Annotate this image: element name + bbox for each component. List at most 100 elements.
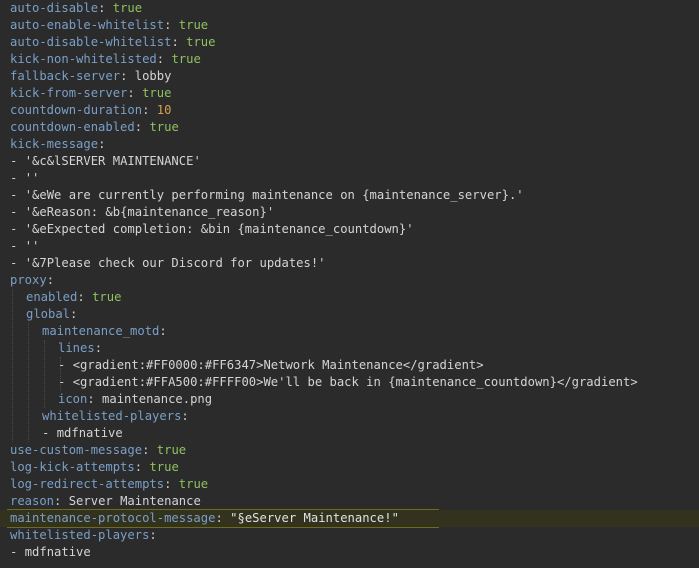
code-token: - xyxy=(10,222,25,236)
code-token: kick-message xyxy=(10,137,99,151)
code-token: - xyxy=(10,171,25,185)
code-line: kick-non-whitelisted: true xyxy=(0,51,699,68)
code-token: true xyxy=(156,443,187,457)
code-token: kick-from-server xyxy=(10,86,128,100)
code-token: <gradient:#FFA500:#FFFF00>We'll be back … xyxy=(72,375,638,389)
code-line: - '&7Please check our Discord for update… xyxy=(0,255,699,272)
code-token: true xyxy=(171,52,201,66)
code-token: - xyxy=(10,239,25,253)
code-line: - '&eReason: &b{maintenance_reason}' xyxy=(0,204,699,221)
code-line: maintenance-protocol-message: "§eServer … xyxy=(0,510,699,527)
code-token: - xyxy=(10,545,25,559)
code-line: - <gradient:#FF0000:#FF6347>Network Main… xyxy=(0,357,699,374)
code-line: - <gradient:#FFA500:#FFFF00>We'll be bac… xyxy=(0,374,699,391)
code-token: <gradient:#FF0000:#FF6347>Network Mainte… xyxy=(72,358,484,372)
code-token: : xyxy=(120,69,135,83)
code-line: - '&eExpected completion: &bin {maintena… xyxy=(0,221,699,238)
code-token: auto-disable xyxy=(10,1,99,15)
code-token: global xyxy=(26,307,71,321)
code-line: kick-message: xyxy=(0,136,699,153)
code-token: maintenance-protocol-message xyxy=(10,511,216,525)
code-token: countdown-duration xyxy=(10,103,143,117)
code-editor[interactable]: auto-disable: true auto-enable-whitelist:… xyxy=(0,0,699,568)
code-token: maintenance_motd xyxy=(42,324,160,338)
code-token: - xyxy=(10,205,25,219)
code-token: whitelisted-players xyxy=(10,528,150,542)
code-token: mdfnative xyxy=(56,426,123,440)
code-token: "§eServer Maintenance!" xyxy=(230,511,399,525)
code-token: : xyxy=(54,494,69,508)
code-token: : xyxy=(171,35,187,49)
code-token: - xyxy=(10,256,25,270)
code-token: : xyxy=(134,120,150,134)
code-token: whitelisted-players xyxy=(42,409,182,423)
code-line: - mdfnative xyxy=(0,425,699,442)
code-token: true xyxy=(149,120,179,134)
code-line: countdown-enabled: true xyxy=(0,119,699,136)
code-token: log-redirect-attempts xyxy=(10,477,165,491)
code-token: : xyxy=(181,409,189,423)
code-line: global: xyxy=(0,306,699,323)
code-token: : xyxy=(142,443,157,457)
code-line: log-kick-attempts: true xyxy=(0,459,699,476)
code-line: - mdfnative xyxy=(0,544,699,561)
code-token: '' xyxy=(24,239,40,253)
code-line: fallback-server: lobby xyxy=(0,68,699,85)
code-token: : xyxy=(156,52,172,66)
code-line: countdown-duration: 10 xyxy=(0,102,699,119)
code-token: lobby xyxy=(134,69,172,83)
code-token: reason xyxy=(10,494,55,508)
code-line: use-custom-message: true xyxy=(0,442,699,459)
code-token: : xyxy=(164,18,179,32)
code-line: lines: xyxy=(0,340,699,357)
code-token: use-custom-message xyxy=(10,443,143,457)
code-line: auto-disable: true xyxy=(0,0,699,17)
code-token: maintenance.png xyxy=(102,392,213,406)
code-token: : xyxy=(142,103,157,117)
code-token: '&eReason: &b{maintenance_reason}' xyxy=(24,205,275,219)
code-token: true xyxy=(178,18,209,32)
code-token: : xyxy=(87,392,103,406)
code-token: proxy xyxy=(10,273,47,287)
code-token: true xyxy=(149,460,179,474)
code-token: : xyxy=(46,273,55,287)
code-line: - '&c&lSERVER MAINTENANCE' xyxy=(0,153,699,170)
code-token: kick-non-whitelisted xyxy=(10,52,157,66)
code-line: whitelisted-players: xyxy=(0,408,699,425)
code-token: countdown-enabled xyxy=(10,120,135,134)
code-token: icon xyxy=(58,392,88,406)
code-token: : xyxy=(70,307,78,321)
code-line: maintenance_motd: xyxy=(0,323,699,340)
code-token: : xyxy=(159,324,167,338)
code-token: mdfnative xyxy=(24,545,91,559)
code-token: lines xyxy=(58,341,95,355)
code-token: : xyxy=(98,1,113,15)
code-token: log-kick-attempts xyxy=(10,460,135,474)
code-token: - xyxy=(42,426,57,440)
code-line: proxy: xyxy=(0,272,699,289)
code-line: - '' xyxy=(0,238,699,255)
code-line: reason: Server Maintenance xyxy=(0,493,699,510)
code-token: fallback-server xyxy=(10,69,121,83)
code-token: '' xyxy=(24,171,40,185)
code-token: : xyxy=(94,341,103,355)
code-token: - xyxy=(58,358,73,372)
code-token: true xyxy=(112,1,143,15)
code-token: : xyxy=(215,511,231,525)
code-token: auto-enable-whitelist xyxy=(10,18,165,32)
code-token: : xyxy=(98,137,106,151)
code-line: auto-enable-whitelist: true xyxy=(0,17,699,34)
code-line: - '' xyxy=(0,170,699,187)
code-token: true xyxy=(186,35,216,49)
code-line: enabled: true xyxy=(0,289,699,306)
code-token: : xyxy=(134,460,150,474)
code-token: true xyxy=(178,477,209,491)
code-line: kick-from-server: true xyxy=(0,85,699,102)
code-line: - '&eWe are currently performing mainten… xyxy=(0,187,699,204)
code-line: icon: maintenance.png xyxy=(0,391,699,408)
code-token: auto-disable-whitelist xyxy=(10,35,172,49)
code-token: 10 xyxy=(156,103,172,117)
code-line: log-redirect-attempts: true xyxy=(0,476,699,493)
code-token: true xyxy=(92,290,122,304)
code-token: true xyxy=(142,86,172,100)
